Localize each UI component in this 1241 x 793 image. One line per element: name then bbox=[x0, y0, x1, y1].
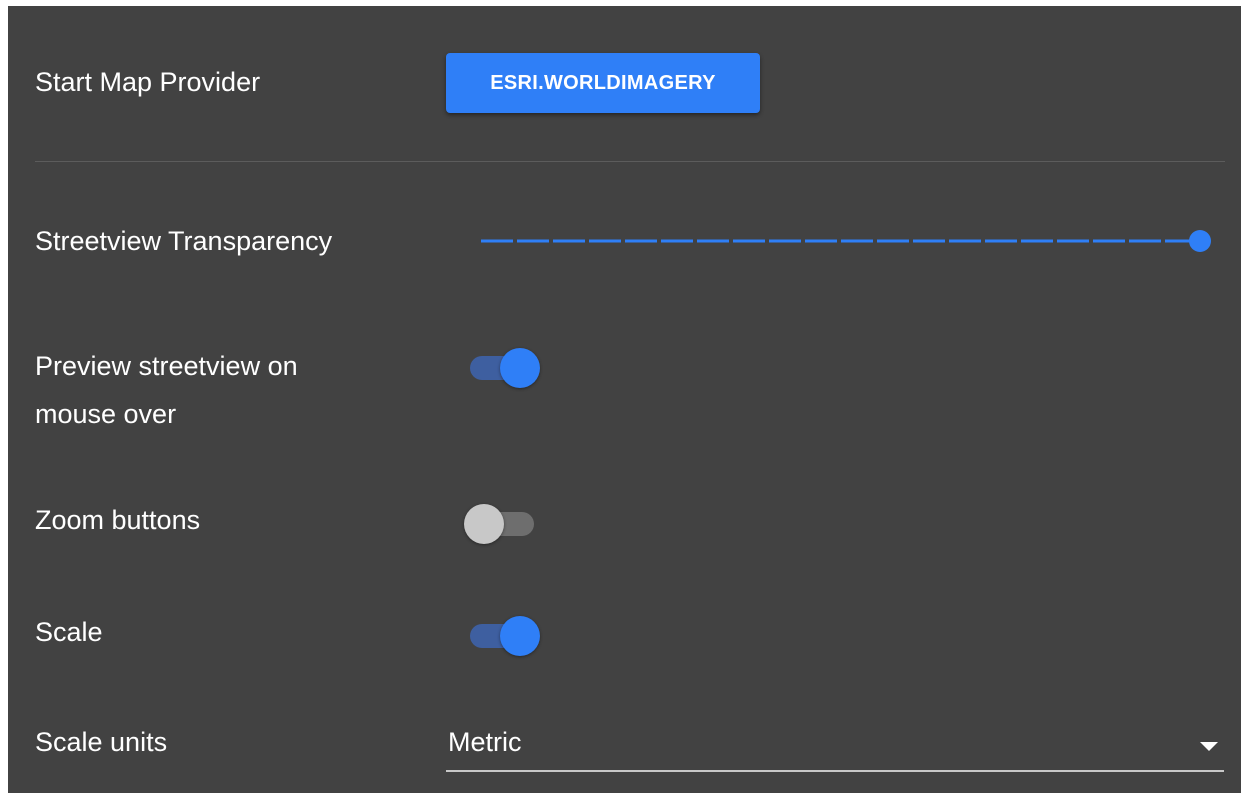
scale-units-select[interactable]: Metric bbox=[446, 718, 1224, 772]
start-map-provider-label: Start Map Provider bbox=[35, 67, 261, 97]
preview-streetview-toggle[interactable] bbox=[466, 348, 546, 388]
section-divider bbox=[35, 161, 1225, 162]
streetview-transparency-label: Streetview Transparency bbox=[35, 226, 333, 256]
scale-toggle[interactable] bbox=[466, 616, 546, 656]
preview-streetview-label-line1: Preview streetview on bbox=[35, 351, 298, 381]
toggle-thumb bbox=[500, 348, 540, 388]
start-map-provider-button[interactable]: ESRI.WORLDIMAGERY bbox=[446, 53, 760, 113]
scale-label: Scale bbox=[35, 617, 103, 647]
scale-units-label: Scale units bbox=[35, 727, 168, 757]
scale-units-selected-value: Metric bbox=[448, 727, 522, 757]
zoom-buttons-label: Zoom buttons bbox=[35, 505, 201, 535]
dropdown-caret-icon bbox=[1200, 742, 1218, 751]
slider-thumb[interactable] bbox=[1189, 230, 1211, 252]
zoom-buttons-toggle[interactable] bbox=[464, 504, 544, 544]
streetview-transparency-slider[interactable] bbox=[474, 226, 1212, 256]
toggle-thumb bbox=[500, 616, 540, 656]
toggle-thumb bbox=[464, 504, 504, 544]
preview-streetview-label-line2: mouse over bbox=[35, 399, 177, 429]
settings-panel: Start Map Provider ESRI.WORLDIMAGERY Str… bbox=[8, 6, 1241, 793]
slider-track bbox=[481, 230, 1211, 252]
